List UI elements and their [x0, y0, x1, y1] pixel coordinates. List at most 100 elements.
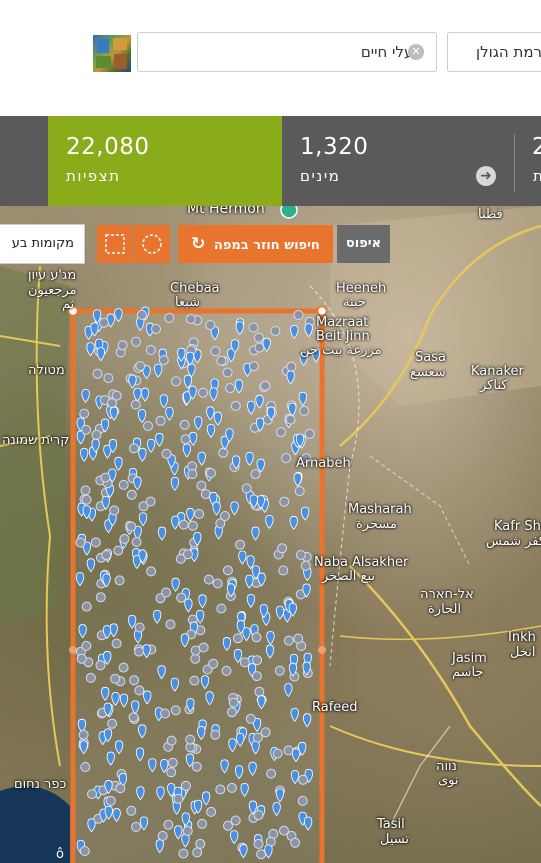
observation-cluster-dot [266, 768, 277, 779]
observation-cluster-dot [178, 848, 189, 859]
observation-cluster-dot [283, 745, 294, 756]
observation-cluster-dot [118, 479, 129, 490]
selection-handle [318, 646, 326, 654]
observation-cluster-dot [134, 685, 145, 696]
label-sasa: Sasa [415, 350, 446, 365]
observation-cluster-dot [79, 846, 90, 856]
observation-cluster-dot [283, 635, 294, 646]
observation-cluster-dot [198, 387, 208, 398]
observation-cluster-dot [85, 672, 96, 683]
map-view[interactable]: ô Mt Hermon قطنا מג'ע עיון مرجعيون Cheba… [0, 206, 541, 863]
label-naba-alsakher-ar: نبع الصخر [322, 569, 376, 584]
third-stat-count: 2 [532, 134, 541, 160]
observation-cluster-dot [194, 509, 205, 519]
observation-cluster-dot [129, 675, 140, 686]
observation-cluster-dot [205, 320, 216, 331]
observation-cluster-dot [216, 355, 227, 366]
search-again-button[interactable]: חיפוש חוזר במפה ↻ [178, 225, 333, 263]
label-masharah: Masharah [348, 502, 412, 517]
observation-cluster-dot [206, 468, 216, 479]
observation-cluster-dot [239, 657, 250, 668]
observation-cluster-dot [158, 355, 169, 366]
map-attribution-icon: ô [56, 847, 64, 862]
observation-cluster-dot [300, 560, 311, 571]
observation-cluster-dot [190, 653, 201, 664]
observation-cluster-dot [286, 361, 297, 372]
label-mazraat-ar: مزرعة بيت جن [300, 343, 382, 358]
observation-cluster-dot [208, 658, 219, 669]
observation-cluster-dot [99, 317, 109, 328]
circle-select-button[interactable] [134, 225, 170, 263]
observation-cluster-dot [131, 821, 141, 832]
observation-cluster-dot [235, 539, 246, 550]
mountain-icon [280, 206, 298, 219]
observation-cluster-dot [185, 734, 196, 745]
observation-cluster-dot [260, 380, 271, 391]
observations-tab[interactable] [48, 116, 282, 206]
reset-button[interactable]: איפוס [337, 225, 390, 263]
label-beit-jinn: Beit Jinn [316, 329, 370, 344]
observation-cluster-dot [113, 545, 124, 556]
stats-bar [0, 116, 541, 206]
observation-cluster-dot [228, 697, 239, 708]
observation-cluster-dot [170, 705, 181, 716]
observation-cluster-dot [180, 780, 191, 791]
rectangle-select-button[interactable] [97, 225, 133, 263]
observation-cluster-dot [200, 489, 211, 500]
observation-cluster-dot [251, 671, 262, 682]
observation-cluster-dot [297, 795, 308, 806]
observation-cluster-dot [250, 469, 261, 480]
observation-cluster-dot [215, 784, 226, 795]
location-field[interactable]: רמת הגולן [447, 32, 541, 72]
observation-cluster-dot [210, 729, 221, 740]
observation-cluster-dot [189, 675, 200, 686]
observation-cluster-dot [119, 533, 130, 544]
observation-cluster-dot [161, 448, 172, 459]
third-stat-label: ת [533, 167, 541, 185]
observation-cluster-dot [221, 665, 232, 676]
observation-cluster-dot [180, 434, 191, 445]
observation-cluster-dot [95, 660, 106, 671]
label-tasil-ar: تسيل [380, 832, 409, 847]
search-bar: בעלי חיים ✕ רמת הגולן [0, 0, 541, 116]
observation-cluster-dot [206, 806, 217, 817]
observation-cluster-dot [81, 424, 92, 435]
observation-cluster-dot [80, 485, 91, 496]
clear-icon[interactable]: ✕ [408, 44, 424, 60]
label-tasil: Tasil [377, 817, 405, 832]
label-nawa: נווה [436, 759, 457, 774]
observation-cluster-dot [253, 810, 264, 821]
observation-cluster-dot [92, 368, 103, 379]
observation-cluster-dot [111, 390, 122, 401]
observation-cluster-dot [157, 830, 168, 841]
observation-cluster-dot [126, 805, 137, 816]
observation-cluster-dot [126, 489, 137, 500]
label-al-hara-ar: الحارة [428, 602, 462, 617]
observation-cluster-dot [145, 496, 156, 507]
observation-cluster-dot [131, 537, 142, 547]
label-mazraat: Mazraat [316, 315, 369, 330]
observation-cluster-dot [109, 505, 120, 516]
observation-cluster-dot [129, 443, 139, 454]
label-al-hara: אל-חארה [420, 587, 474, 602]
label-inkhil-ar: انخل [510, 645, 536, 660]
observation-cluster-dot [118, 662, 129, 673]
species-field[interactable]: בעלי חיים ✕ [137, 32, 437, 72]
observation-cluster-dot [252, 732, 263, 743]
observation-cluster-dot [134, 646, 144, 657]
observation-cluster-dot [222, 565, 233, 576]
observation-cluster-dot [232, 633, 243, 644]
observation-cluster-dot [272, 748, 283, 759]
stats-divider [514, 134, 515, 192]
observation-cluster-dot [281, 453, 292, 464]
observation-cluster-dot [226, 782, 237, 793]
label-marjayoun-ar: مرجعيون [28, 283, 77, 298]
map-terrain: ô [0, 206, 541, 863]
observation-cluster-dot [277, 543, 288, 554]
species-thumbnail[interactable] [93, 35, 131, 72]
observation-cluster-dot [256, 849, 267, 860]
next-arrow-icon[interactable]: ➜ [476, 166, 496, 186]
observation-cluster-dot [166, 735, 177, 746]
places-button[interactable]: מקומות בע [0, 224, 85, 264]
observation-cluster-dot [203, 574, 214, 585]
